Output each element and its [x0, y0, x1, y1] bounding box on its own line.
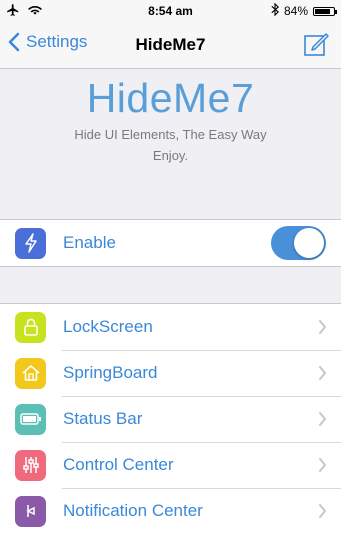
page-title: HideMe7: [135, 35, 206, 54]
bluetooth-icon: [271, 2, 279, 19]
header-area: HideMe7 Hide UI Elements, The Easy Way E…: [0, 69, 341, 219]
subtitle-line-2: Enjoy.: [152, 148, 189, 163]
enable-group: Enable: [0, 219, 341, 267]
enable-toggle[interactable]: [271, 226, 326, 260]
menu-item-label: LockScreen: [63, 317, 153, 336]
battery-icon: [313, 6, 337, 16]
enable-label: Enable: [63, 233, 116, 252]
status-bar: 8:54 am 84%: [0, 0, 341, 22]
menu-item-label: Status Bar: [63, 409, 143, 428]
chevron-right-icon: [319, 458, 327, 472]
menu-item-label: Notification Center: [63, 501, 203, 520]
toggle-knob: [294, 228, 324, 258]
compose-icon[interactable]: [303, 31, 329, 57]
enable-row: Enable: [0, 220, 341, 266]
sliders-icon: [15, 449, 46, 481]
home-icon: [15, 357, 46, 389]
navigation-bar: Settings HideMe7: [0, 22, 341, 69]
battery-percent: 84%: [283, 4, 308, 18]
notification-icon: [15, 495, 46, 527]
chevron-right-icon: [319, 366, 327, 380]
chevron-right-icon: [319, 320, 327, 334]
subtitle-line-1: Hide UI Elements, The Easy Way: [74, 127, 267, 142]
lock-icon: [15, 311, 46, 343]
app-title: HideMe7: [86, 75, 255, 121]
menu-item-label: Control Center: [63, 455, 174, 474]
menu-item-control-center[interactable]: Control Center: [0, 442, 341, 488]
menu-list: LockScreen SpringBoard Status Bar Contro…: [0, 303, 341, 534]
menu-item-status-bar[interactable]: Status Bar: [0, 396, 341, 442]
menu-item-lockscreen[interactable]: LockScreen: [0, 304, 341, 350]
chevron-right-icon: [319, 412, 327, 426]
battery-icon: [15, 403, 46, 435]
chevron-right-icon: [319, 504, 327, 518]
menu-item-springboard[interactable]: SpringBoard: [0, 350, 341, 396]
battery-fill: [315, 8, 331, 14]
menu-item-label: SpringBoard: [63, 363, 158, 382]
menu-item-notification-center[interactable]: Notification Center: [0, 488, 341, 534]
lightning-icon: [15, 227, 46, 259]
